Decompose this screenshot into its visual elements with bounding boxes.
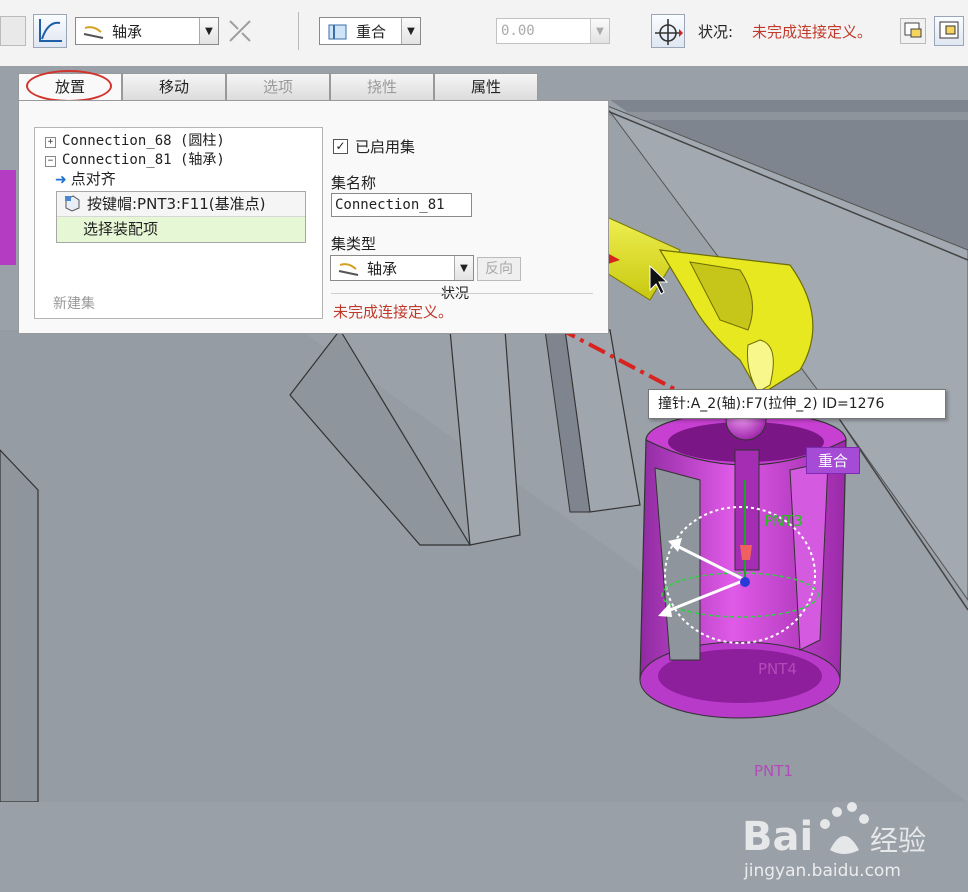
watermark-brand: Bai <box>742 814 813 860</box>
connection-curve-icon <box>39 19 62 42</box>
status-message: 未完成连接定义。 <box>752 23 873 41</box>
connection-tree[interactable]: + Connection_68 (圆柱) − Connection_81 (轴承) … <box>34 127 323 319</box>
separate-window-button[interactable] <box>900 18 926 44</box>
coincident-label[interactable]: 重合 <box>806 447 860 474</box>
user-defined-button[interactable] <box>0 16 26 46</box>
tab-flexibility[interactable]: 挠性 <box>330 73 434 100</box>
placement-panel: + Connection_68 (圆柱) − Connection_81 (轴承) … <box>18 100 609 334</box>
tree-item-connection-81[interactable]: − Connection_81 (轴承) <box>45 149 225 169</box>
status-divider <box>331 293 593 294</box>
main-window-button[interactable] <box>934 16 964 46</box>
watermark-brand-cn: 经验 <box>870 824 926 857</box>
watermark-url: jingyan.baidu.com <box>743 861 901 881</box>
offset-input[interactable]: 0.00 ▼ <box>496 18 610 44</box>
arrow-right-icon: ➜ <box>55 172 67 188</box>
reference-item-pnt3[interactable]: 按键帽:PNT3:F11(基准点) <box>57 192 305 217</box>
tab-move[interactable]: 移动 <box>122 73 226 100</box>
flip-button[interactable]: 反向 <box>477 257 521 281</box>
toolbar-divider <box>298 12 299 50</box>
tree-item-connection-68[interactable]: + Connection_68 (圆柱) <box>45 130 225 150</box>
connection-type-select[interactable]: 轴承 ▼ <box>75 17 219 45</box>
set-type-label: 集类型 <box>331 235 377 253</box>
chevron-down-icon: ▼ <box>199 18 218 44</box>
window-main-icon <box>939 21 959 39</box>
connection-mode-button[interactable] <box>33 14 67 48</box>
expand-icon[interactable]: + <box>45 137 56 148</box>
panel-status-message: 未完成连接定义。 <box>333 303 454 321</box>
chevron-down-icon: ▼ <box>590 19 609 43</box>
chevron-down-icon: ▼ <box>401 18 420 44</box>
drag-components-button[interactable] <box>651 14 685 48</box>
part-icon <box>65 195 80 212</box>
set-name-field[interactable]: Connection_81 <box>331 193 472 217</box>
model-tooltip: 撞针:A_2(轴):F7(拉伸_2) ID=1276 <box>648 389 946 419</box>
enabled-set-label: 已启用集 <box>355 138 416 156</box>
chevron-down-icon: ▼ <box>454 256 473 280</box>
set-type-select[interactable]: 轴承 ▼ <box>330 255 474 281</box>
offset-value: 0.00 <box>501 23 535 39</box>
bearing-icon <box>338 263 359 276</box>
window-small-icon <box>904 22 922 38</box>
set-name-label: 集名称 <box>331 174 377 192</box>
reference-collector[interactable]: 按键帽:PNT3:F11(基准点) 选择装配项 <box>56 191 306 243</box>
point-label-pnt4: PNT4 <box>758 660 797 678</box>
new-set-link[interactable]: 新建集 <box>53 293 95 313</box>
tab-options[interactable]: 选项 <box>226 73 330 100</box>
highlight-circle <box>26 70 112 102</box>
point-label-pnt1: PNT1 <box>754 762 793 780</box>
select-assembly-item[interactable]: 选择装配项 <box>57 217 305 242</box>
baidu-jingyan-watermark: Bai 经验 jingyan.baidu.com <box>742 792 962 892</box>
status-label: 状况: <box>698 23 734 41</box>
tab-properties[interactable]: 属性 <box>434 73 538 100</box>
constraint-type-select[interactable]: 重合 ▼ <box>319 17 421 45</box>
collapse-icon[interactable]: − <box>45 156 56 167</box>
dashboard-toolbar: 轴承 ▼ 重合 ▼ 0.00 ▼ 状况: 未完成连接定义。 <box>0 0 968 66</box>
enabled-set-checkbox[interactable]: ✓ <box>333 139 348 154</box>
point-label-pnt3: PNT3 <box>764 512 803 530</box>
flip-constraint-icon[interactable] <box>226 17 254 45</box>
move-drag-icon <box>655 19 683 45</box>
bearing-icon <box>83 26 104 39</box>
coincident-icon <box>328 24 347 40</box>
tree-item-point-align[interactable]: ➜ 点对齐 <box>55 168 116 189</box>
